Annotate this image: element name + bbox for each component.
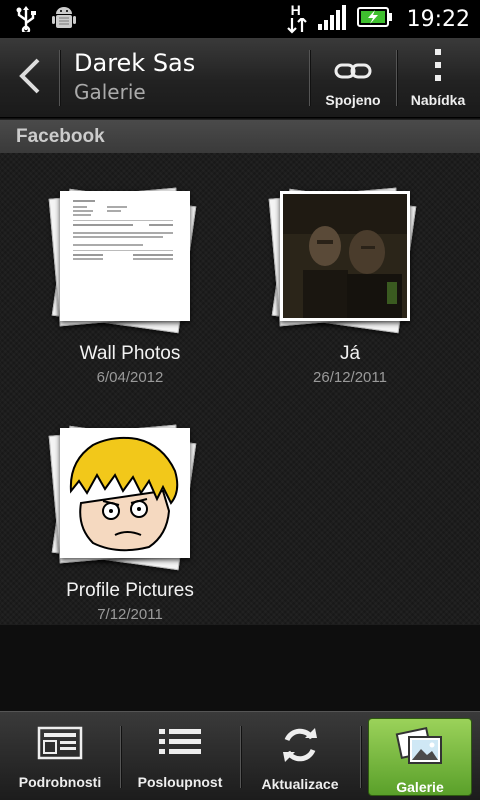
divider [360, 726, 361, 788]
list-icon [157, 726, 203, 766]
tab-details[interactable]: Podrobnosti [0, 712, 120, 800]
network-h-icon: H [286, 2, 307, 34]
menu-button[interactable]: Nabídka [398, 38, 478, 118]
battery-charging-icon [356, 6, 393, 32]
divider [59, 50, 60, 106]
tab-label: Podrobnosti [18, 774, 102, 790]
album-stack [48, 183, 200, 334]
album-date: 26/12/2011 [313, 369, 387, 386]
album-name: Já [339, 343, 361, 364]
tab-label: Galerie [396, 779, 444, 795]
tab-updates[interactable]: Aktualizace [240, 712, 360, 800]
tab-stream[interactable]: Posloupnost [120, 712, 240, 800]
menu-dots-icon [433, 48, 443, 86]
chevron-left-icon [16, 56, 42, 100]
status-bar: H 19:22 [0, 0, 480, 38]
album-date: 7/12/2011 [97, 606, 163, 623]
link-icon [333, 60, 373, 86]
connected-label: Spojeno [325, 92, 381, 108]
album-name: Profile Pictures [66, 580, 194, 601]
section-header: Facebook [0, 119, 480, 153]
album-item[interactable]: Já 26/12/2011 [250, 183, 450, 413]
refresh-icon [279, 726, 321, 768]
album-date: 6/04/2012 [96, 369, 164, 386]
album-stack [48, 420, 200, 571]
dark-photo-thumbnail [280, 191, 410, 321]
network-type-label: H [290, 2, 301, 18]
tab-gallery[interactable]: Galerie [368, 718, 472, 796]
cartoon-face-thumbnail [60, 428, 190, 558]
divider [396, 50, 397, 106]
menu-label: Nabídka [410, 92, 466, 108]
album-item[interactable]: Wall Photos 6/04/2012 [30, 183, 230, 413]
title-block: Darek Sas Galerie [74, 48, 195, 106]
album-item[interactable]: Profile Pictures 7/12/2011 [30, 420, 230, 650]
document-thumbnail [60, 191, 190, 321]
status-time: 19:22 [406, 6, 470, 32]
details-icon [37, 726, 83, 766]
empty-area [0, 625, 480, 711]
signal-icon [317, 4, 347, 34]
back-button[interactable] [0, 38, 58, 118]
usb-icon [14, 6, 38, 36]
connected-button[interactable]: Spojeno [312, 38, 394, 118]
section-title: Facebook [16, 126, 105, 147]
tab-label: Posloupnost [137, 774, 223, 790]
divider [309, 50, 310, 106]
album-name: Wall Photos [79, 343, 181, 364]
tab-label: Aktualizace [261, 776, 339, 792]
page-subtitle: Galerie [74, 80, 146, 104]
bottom-tab-bar: Podrobnosti Posloupnost Aktualizace Gale… [0, 711, 480, 800]
action-bar: Darek Sas Galerie Spojeno Nabídka [0, 38, 480, 118]
album-stack [268, 183, 420, 334]
page-title: Darek Sas [74, 49, 196, 77]
gallery-icon [395, 725, 445, 773]
android-debug-icon [52, 6, 76, 36]
album-grid: Wall Photos 6/04/2012 Já 26/12/2011 Prof… [0, 153, 480, 625]
